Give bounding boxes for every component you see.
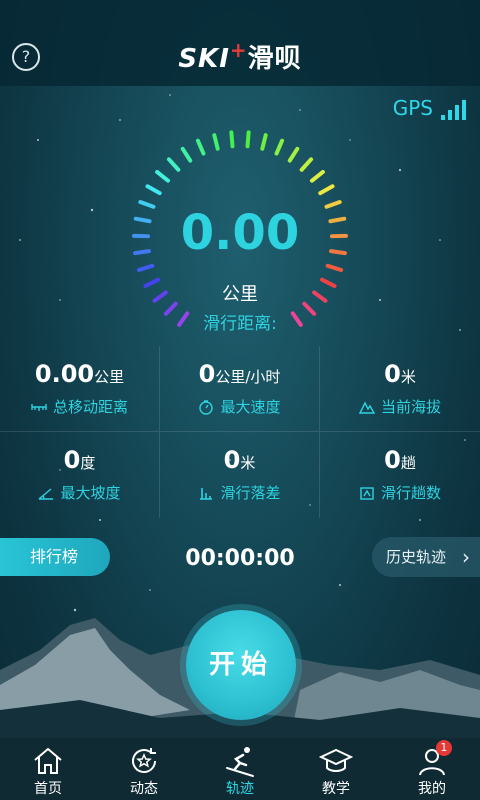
gauge-tick	[245, 130, 251, 149]
tab-home[interactable]: 首页	[0, 738, 96, 800]
stat-label: 当前海拔	[380, 398, 441, 416]
stat-runs: 0趟 滑行趟数	[320, 432, 480, 518]
gauge-tick	[212, 133, 220, 151]
ruler-icon	[31, 403, 47, 411]
logo-ski-text: SKI	[178, 44, 230, 74]
gauge-tick	[180, 146, 193, 163]
stat-label: 最大坡度	[60, 484, 121, 502]
stat-unit: 米	[400, 368, 416, 386]
gauge-tick	[195, 138, 206, 156]
gauge-tick	[145, 184, 162, 196]
app-logo: SKI+滑呗	[0, 38, 480, 75]
distance-unit: 公里	[222, 284, 258, 305]
mountain-icon	[358, 400, 375, 414]
gps-label: GPS	[392, 96, 433, 120]
distance-label: 滑行距离:	[203, 314, 277, 334]
stat-value: 0	[384, 360, 401, 388]
tab-tracks[interactable]: 轨迹	[192, 738, 288, 800]
tab-label: 我的	[418, 781, 446, 797]
stat-unit: 趟	[400, 454, 416, 472]
tab-feed[interactable]: 动态	[96, 738, 192, 800]
stat-total-distance: 0.00公里 总移动距离	[0, 346, 160, 432]
logo-cn-text: 滑呗	[247, 44, 302, 74]
stopwatch-icon	[199, 399, 214, 415]
star-refresh-icon	[132, 748, 156, 773]
chevron-right-icon: ›	[462, 545, 470, 569]
stat-unit: 度	[80, 454, 96, 472]
stat-vertical-drop: 0米 滑行落差	[160, 432, 320, 518]
gauge-tick	[287, 146, 300, 163]
stat-label: 滑行趟数	[380, 484, 441, 502]
stat-unit: 米	[240, 454, 256, 472]
stat-max-slope: 0度 最大坡度	[0, 432, 160, 518]
tab-label: 动态	[130, 781, 158, 797]
tab-lessons[interactable]: 教学	[288, 738, 384, 800]
gauge-tick	[325, 263, 344, 273]
gauge-tick	[166, 157, 181, 172]
signal-bars-icon	[441, 100, 466, 120]
stat-unit: 公里	[94, 368, 125, 386]
stat-label: 滑行落差	[220, 484, 281, 502]
stat-max-speed: 0公里/小时 最大速度	[160, 346, 320, 432]
tab-label: 教学	[322, 781, 350, 797]
logo-plus: +	[229, 38, 248, 62]
stat-value: 0	[198, 360, 216, 388]
distance-value: 0.00	[180, 205, 300, 261]
gauge-tick	[299, 157, 314, 172]
slope-icon	[39, 487, 54, 500]
tab-label: 首页	[34, 781, 62, 797]
stat-label: 总移动距离	[52, 398, 128, 416]
gauge-tick	[155, 169, 171, 183]
bottom-tab-bar: 首页 动态 轨迹 教学 1 我的	[0, 738, 480, 800]
tab-label: 轨迹	[226, 781, 254, 797]
gauge-tick	[136, 263, 155, 273]
gauge-tick	[260, 133, 268, 151]
start-button[interactable]: 开始	[186, 610, 296, 720]
graduation-cap-icon	[319, 748, 353, 772]
skier-icon	[226, 747, 254, 777]
history-tracks-button[interactable]: 历史轨迹 ›	[372, 537, 480, 577]
app-header: ? SKI+滑呗	[0, 0, 480, 86]
history-label: 历史轨迹	[386, 548, 447, 566]
stat-value: 0	[223, 446, 241, 474]
notification-badge: 1	[435, 740, 452, 756]
gauge-tick	[318, 184, 335, 196]
gauge-tick	[229, 130, 235, 149]
stat-value: 0	[384, 446, 401, 474]
stat-value: 0	[63, 446, 81, 474]
gauge-tick	[274, 138, 285, 156]
drop-icon	[200, 487, 213, 500]
gps-status: GPS	[393, 96, 466, 120]
runs-icon	[360, 486, 374, 500]
stat-unit: 公里/小时	[215, 368, 281, 386]
home-icon	[34, 747, 62, 774]
stat-value: 0.00	[34, 360, 95, 388]
stat-label: 最大速度	[220, 398, 281, 416]
stats-grid: 0.00公里 总移动距离 0公里/小时 最大速度 0米 当前海拔 0度 最大坡度…	[0, 346, 480, 518]
stat-altitude: 0米 当前海拔	[320, 346, 480, 432]
tab-profile[interactable]: 1 我的	[384, 738, 480, 800]
gauge-tick	[309, 169, 325, 183]
